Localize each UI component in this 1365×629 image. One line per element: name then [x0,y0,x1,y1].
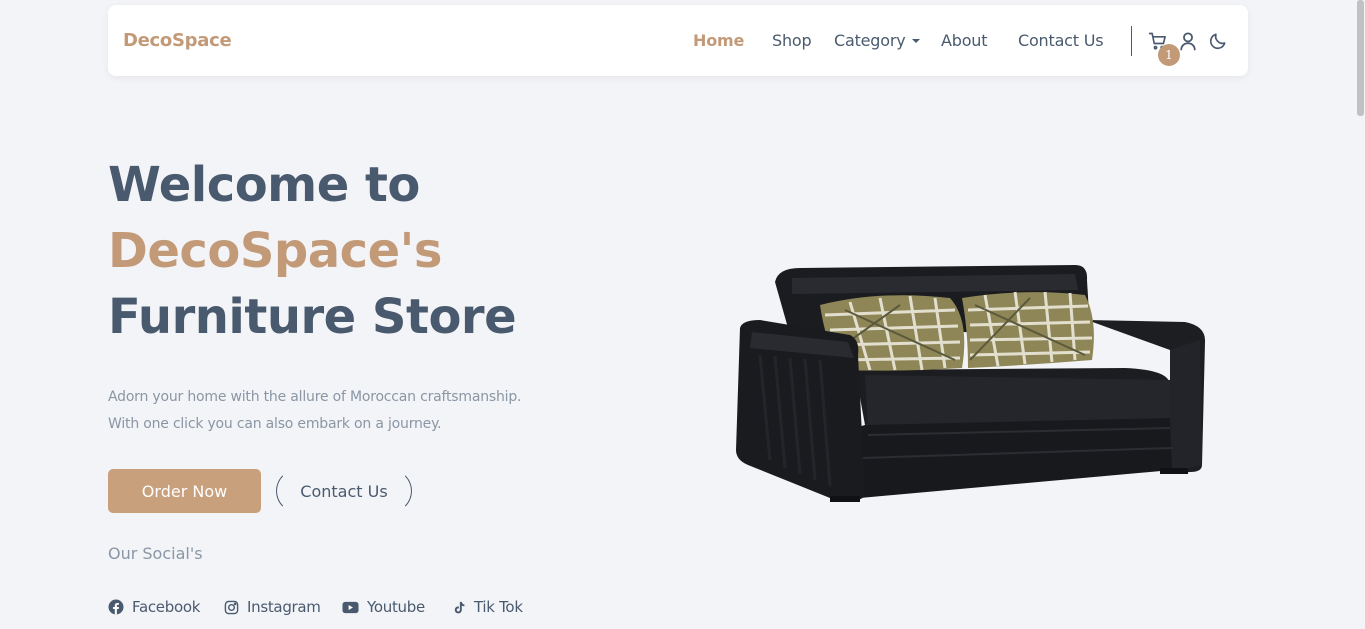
facebook-icon [108,599,124,615]
social-instagram-label: Instagram [247,598,321,616]
instagram-icon [224,600,239,614]
social-facebook[interactable]: Facebook [108,598,200,616]
hero-title-line3: Furniture Store [108,289,517,345]
order-now-button[interactable]: Order Now [108,469,261,513]
contact-us-button[interactable]: Contact Us [276,469,412,513]
hero-title: Welcome to DecoSpace's Furniture Store [108,152,517,350]
socials-title: Our Social's [108,544,203,563]
social-youtube[interactable]: Youtube [342,598,425,616]
user-icon[interactable] [1179,31,1197,55]
nav-divider [1131,26,1132,56]
cart-badge: 1 [1158,44,1180,66]
social-facebook-label: Facebook [132,598,201,616]
brand-logo[interactable]: DecoSpace [123,30,232,51]
chevron-down-icon [911,39,920,43]
sofa-image [736,265,1206,502]
tiktok-icon [454,601,465,613]
nav-category[interactable]: Category [834,31,920,50]
hero-description-line2: With one click you can also embark on a … [108,416,442,432]
nav-contact[interactable]: Contact Us [1018,31,1104,50]
social-tiktok-label: Tik Tok [474,598,523,616]
hero-description: Adorn your home with the allure of Moroc… [108,384,568,438]
nav-shop[interactable]: Shop [772,31,812,50]
social-instagram[interactable]: Instagram [224,598,321,616]
hero-title-line1: Welcome to [108,157,420,213]
scrollbar-track[interactable] [1356,0,1365,629]
social-tiktok[interactable]: Tik Tok [452,598,523,616]
nav-home[interactable]: Home [693,31,744,50]
nav-about[interactable]: About [941,31,988,50]
navbar: DecoSpace Home Shop Category About Conta… [108,5,1248,76]
youtube-icon [342,601,359,613]
moon-icon[interactable] [1208,31,1228,55]
hero-title-line2: DecoSpace's [108,223,442,279]
nav-category-label: Category [834,31,906,50]
hero-description-line1: Adorn your home with the allure of Moroc… [108,389,522,405]
social-youtube-label: Youtube [367,598,425,616]
scrollbar-thumb[interactable] [1357,0,1364,116]
